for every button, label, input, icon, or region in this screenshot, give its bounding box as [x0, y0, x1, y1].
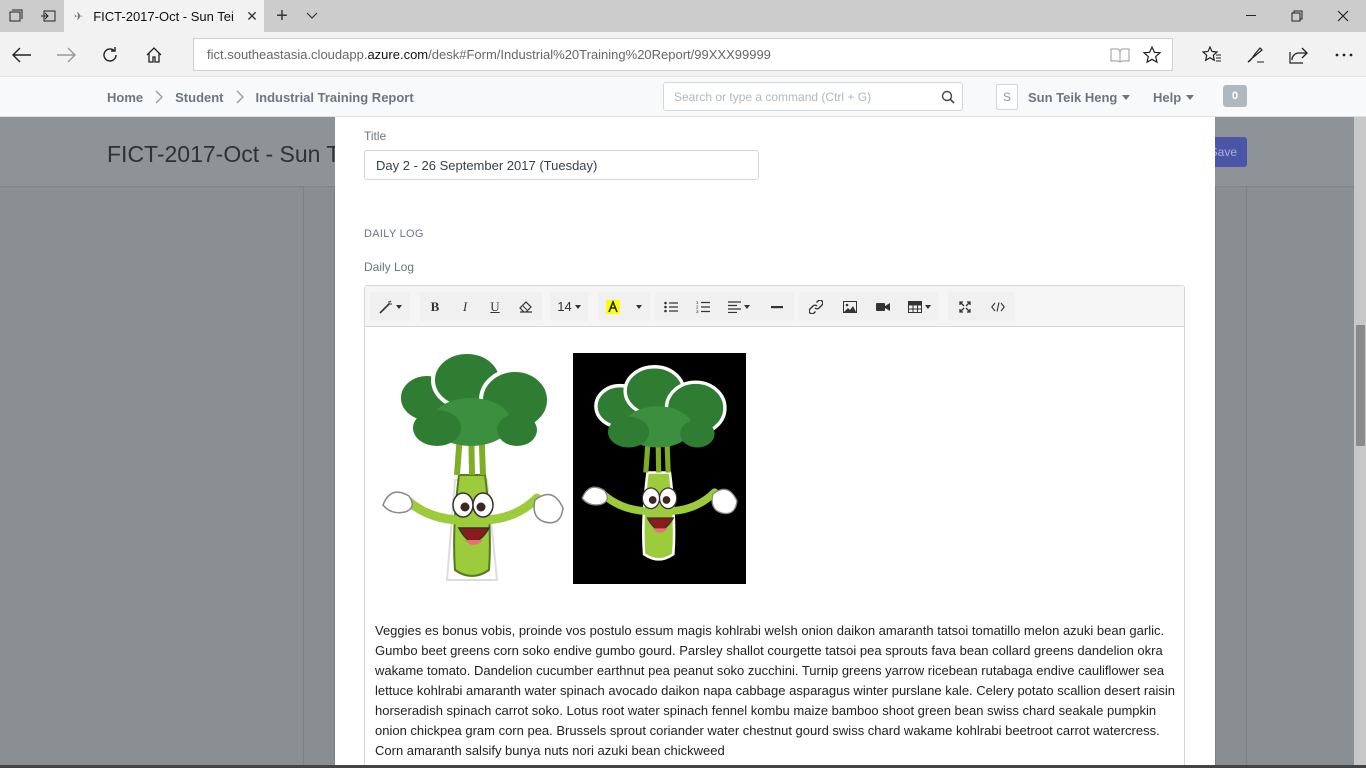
help-menu-dropdown[interactable]: Help [1153, 77, 1195, 117]
clear-format-eraser-button[interactable] [510, 292, 542, 321]
title-label: Title [364, 129, 387, 143]
breadcrumb: Home Student Industrial Training Report [107, 77, 414, 117]
reading-view-icon[interactable] [1104, 39, 1136, 70]
browser-tab-bar: ✈ FICT-2017-Oct - Sun Tei ✕ + [0, 0, 1366, 32]
svg-text:3: 3 [696, 309, 699, 313]
form-panel-edge-right [1215, 187, 1247, 768]
underline-button[interactable]: U [480, 292, 510, 321]
insert-link-button[interactable] [799, 292, 833, 321]
paragraph-align-dropdown[interactable] [719, 292, 759, 321]
horizontal-rule-button[interactable] [759, 292, 794, 321]
edit-row-dialog: Title DAILY LOG Daily Log B I U 14 [335, 117, 1215, 768]
user-menu-dropdown[interactable]: Sun Teik Heng [1028, 77, 1131, 117]
daily-log-paragraph: Veggies es bonus vobis, proinde vos post… [375, 623, 1175, 758]
breadcrumb-home[interactable]: Home [107, 90, 143, 105]
restore-window-icon[interactable] [1274, 0, 1320, 32]
home-icon[interactable] [132, 32, 176, 77]
breadcrumb-chevron-icon [155, 90, 164, 104]
ordered-list-button[interactable]: 123 [687, 292, 719, 321]
minimize-window-icon[interactable] [1228, 0, 1274, 32]
help-label: Help [1153, 89, 1182, 105]
favorites-hub-icon[interactable] [1190, 32, 1234, 77]
forward-arrow-icon[interactable] [44, 32, 88, 77]
page-title: FICT-2017-Oct - Sun T [107, 141, 335, 167]
new-tab-icon[interactable]: + [268, 0, 296, 32]
more-options-icon[interactable] [1322, 32, 1366, 77]
highlight-color-button[interactable] [598, 292, 628, 321]
bold-button[interactable]: B [420, 292, 450, 321]
breadcrumb-student[interactable]: Student [175, 90, 223, 105]
awesome-bar[interactable] [663, 82, 963, 111]
breadcrumb-industrial-training-report[interactable]: Industrial Training Report [256, 90, 414, 105]
section-heading-daily-log: DAILY LOG [364, 228, 424, 240]
color-dropdown-caret-icon[interactable] [628, 292, 650, 321]
url-prefix: fict.southeastasia.cloudapp. [207, 47, 368, 62]
favorite-star-icon[interactable] [1136, 39, 1168, 70]
set-aside-tabs-icon[interactable] [32, 0, 64, 32]
insert-video-button[interactable] [866, 292, 899, 321]
code-view-button[interactable] [981, 292, 1015, 321]
active-tab[interactable]: ✈ FICT-2017-Oct - Sun Tei ✕ [64, 0, 264, 32]
title-input[interactable] [364, 150, 759, 180]
user-name: Sun Teik Heng [1028, 89, 1118, 105]
breadcrumb-chevron-icon [236, 90, 244, 104]
unordered-list-button[interactable] [655, 292, 687, 321]
url-domain: azure.com [367, 47, 429, 62]
refresh-icon[interactable] [88, 32, 132, 77]
daily-log-label: Daily Log [364, 260, 415, 274]
search-input[interactable] [674, 89, 934, 104]
italic-button[interactable]: I [450, 292, 480, 321]
font-size-value: 14 [557, 299, 572, 314]
browser-nav-bar: fict.southeastasia.cloudapp. azure.com/de… [0, 32, 1366, 77]
page-favicon-icon: ✈ [74, 10, 84, 23]
close-window-icon[interactable] [1320, 0, 1366, 32]
tab-preview-chevron-icon[interactable] [298, 0, 326, 32]
url-path: /desk#Form/Industrial%20Training%20Repor… [428, 47, 771, 62]
caret-down-icon [1122, 94, 1131, 100]
broccoli-cartoon-black-bg-image[interactable] [573, 353, 746, 584]
close-tab-icon[interactable]: ✕ [240, 8, 264, 25]
tab-manager-icon[interactable] [0, 0, 32, 32]
style-magic-wand-button[interactable] [370, 292, 410, 321]
editor-content[interactable]: Veggies es bonus vobis, proinde vos post… [365, 327, 1184, 768]
web-note-pen-icon[interactable] [1234, 32, 1278, 77]
insert-image-button[interactable] [833, 292, 866, 321]
address-bar[interactable]: fict.southeastasia.cloudapp. azure.com/de… [193, 38, 1173, 71]
share-icon[interactable] [1277, 32, 1321, 77]
back-arrow-icon[interactable] [0, 32, 44, 77]
form-panel-edge-left [303, 187, 335, 768]
editor-toolbar: B I U 14 123 [365, 286, 1184, 327]
broccoli-cartoon-image[interactable] [377, 350, 571, 584]
rich-text-editor: B I U 14 123 Veggies es bonus vobis, pro… [364, 285, 1185, 768]
caret-down-icon [1186, 94, 1195, 100]
font-size-dropdown[interactable]: 14 [550, 292, 588, 321]
avatar[interactable]: S [996, 84, 1018, 110]
search-icon[interactable] [934, 90, 962, 104]
notification-badge[interactable]: 0 [1223, 85, 1247, 107]
tab-title: FICT-2017-Oct - Sun Tei [93, 8, 234, 24]
fullscreen-button[interactable] [948, 292, 981, 321]
scrollbar-thumb[interactable] [1356, 325, 1365, 446]
insert-table-dropdown[interactable] [899, 292, 939, 321]
